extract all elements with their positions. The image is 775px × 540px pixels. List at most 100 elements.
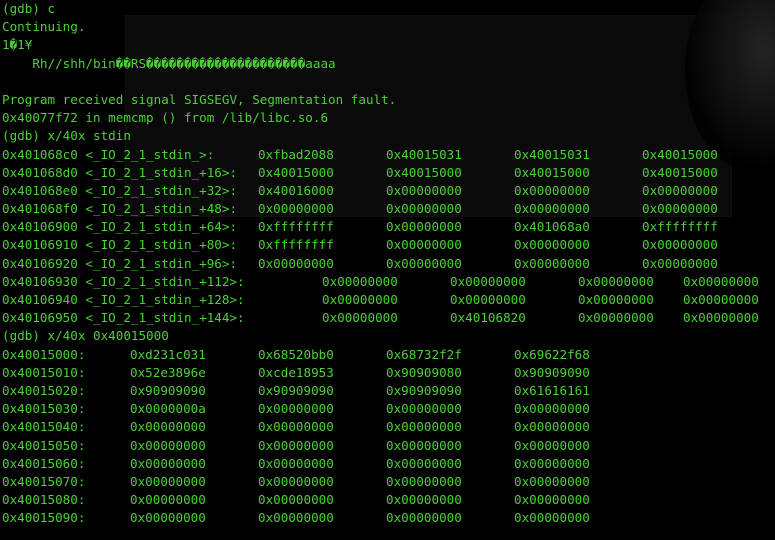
memory-row: 0x401068d0 <_IO_2_1_stdin_+16>: 0x4001500… [2, 164, 718, 182]
terminal-line: (gdb) x/40x stdin [2, 127, 396, 145]
memory-row: 0x40015000: 0xd231c031 0x68520bb0 0x68732f2… [2, 346, 590, 364]
memory-word: 0x00000000 [258, 201, 334, 217]
memory-word: 0x00000000 [514, 455, 590, 471]
memory-row: 0x40106920 <_IO_2_1_stdin_+96>: 0x0000000… [2, 255, 718, 273]
memory-word: 0x00000000 [386, 492, 462, 508]
memory-row: 0x40015030: 0x0000000a 0x00000000 0x0000000… [2, 400, 590, 418]
memory-address-label: 0x401068e0 <_IO_2_1_stdin_+32>: [2, 182, 238, 198]
terminal-window[interactable]: (gdb) c Continuing. 1�1¥ Rh//shh/bin��RS��… [0, 0, 775, 540]
memory-word: 0x00000000 [514, 237, 590, 253]
memory-word: 0x00000000 [386, 473, 462, 489]
memory-word: 0x00000000 [642, 182, 718, 198]
memory-word: 0x40016000 [258, 182, 334, 198]
memory-word: 0x61616161 [514, 382, 590, 398]
terminal-line-text: 1�1¥ [2, 37, 33, 53]
terminal-output: (gdb) c Continuing. 1�1¥ Rh//shh/bin��RS��… [2, 0, 759, 527]
memory-address-label: 0x40015000: [2, 346, 86, 362]
memory-word: 0x00000000 [514, 510, 590, 526]
memory-word: 0x00000000 [642, 201, 718, 217]
memory-word: 0x00000000 [322, 273, 398, 289]
memory-address-label: 0x401068f0 <_IO_2_1_stdin_+48>: [2, 201, 238, 217]
memory-address-label: 0x40106930 <_IO_2_1_stdin_+112>: [2, 273, 245, 289]
memory-word: 0x00000000 [386, 437, 462, 453]
memory-word: 0xffffffff [642, 219, 718, 235]
memory-word: 0x00000000 [258, 492, 334, 508]
terminal-line-text: (gdb) c [2, 1, 56, 16]
memory-word: 0x00000000 [258, 255, 334, 271]
memory-word: 0x00000000 [386, 219, 462, 235]
memory-word: 0x00000000 [130, 492, 206, 508]
memory-word: 0x00000000 [322, 292, 398, 307]
memory-word: 0x00000000 [130, 437, 206, 453]
memory-word: 0x68520bb0 [258, 346, 334, 362]
memory-row: 0x40106940 <_IO_2_1_stdin_+128>: 0x000000… [2, 291, 759, 309]
memory-word: 0x00000000 [258, 510, 334, 526]
memory-row: 0x40015060: 0x00000000 0x00000000 0x0000000… [2, 455, 590, 473]
memory-address-label: 0x40015090: [2, 510, 86, 526]
memory-word: 0x00000000 [322, 310, 398, 326]
memory-address-label: 0x401068c0 <_IO_2_1_stdin_>: [2, 146, 215, 162]
memory-word: 0x00000000 [258, 473, 334, 489]
memory-row: 0x401068e0 <_IO_2_1_stdin_+32>: 0x4001600… [2, 182, 718, 200]
memory-word: 0x00000000 [578, 273, 654, 289]
memory-word: 0x00000000 [450, 292, 526, 307]
memory-address-label: 0x40015050: [2, 437, 86, 453]
memory-word: 0x00000000 [514, 492, 590, 508]
memory-word: 0x90909090 [130, 382, 206, 398]
memory-word: 0x90909090 [386, 382, 462, 398]
memory-word: 0x00000000 [130, 419, 206, 435]
memory-word: 0x00000000 [258, 401, 334, 417]
memory-row: 0x40015010: 0x52e3896e 0xcde18953 0x9090908… [2, 364, 590, 382]
memory-word: 0x40015000 [642, 164, 718, 180]
terminal-line-text: 0x40077f72 in memcmp () from /lib/libc.s… [2, 110, 329, 126]
memory-word: 0xffffffff [258, 219, 334, 235]
memory-address-label: 0x401068d0 <_IO_2_1_stdin_+16>: [2, 164, 238, 180]
memory-word: 0x00000000 [386, 419, 462, 435]
memory-word: 0x0000000a [130, 401, 206, 417]
memory-word: 0x68732f2f [386, 346, 462, 362]
memory-word: 0x00000000 [386, 201, 462, 217]
terminal-line: Rh//shh/bin��RS���������������������aaaa [2, 55, 396, 73]
memory-row: 0x40106950 <_IO_2_1_stdin_+144>: 0x000000… [2, 309, 759, 327]
memory-word: 0x00000000 [386, 401, 462, 417]
memory-word: 0xfbad2088 [258, 146, 334, 162]
memory-word: 0x00000000 [386, 182, 462, 198]
memory-word: 0x00000000 [258, 419, 334, 435]
memory-row: 0x40106930 <_IO_2_1_stdin_+112>: 0x000000… [2, 273, 759, 291]
memory-word: 0x401068a0 [514, 219, 590, 235]
memory-row: 0x40015070: 0x00000000 0x00000000 0x0000000… [2, 473, 590, 491]
memory-word: 0x00000000 [514, 182, 590, 198]
terminal-line: Program received signal SIGSEGV, Segment… [2, 91, 396, 109]
memory-row: 0x40015090: 0x00000000 0x00000000 0x0000000… [2, 509, 590, 527]
memory-word: 0x40015000 [514, 164, 590, 180]
memory-word: 0x00000000 [130, 510, 206, 526]
memory-word: 0x00000000 [514, 437, 590, 453]
memory-address-label: 0x40015020: [2, 382, 86, 398]
memory-row: 0x40015040: 0x00000000 0x00000000 0x0000000… [2, 418, 590, 436]
terminal-line-text: Continuing. [2, 19, 86, 35]
memory-word: 0x00000000 [578, 310, 654, 326]
memory-word: 0x00000000 [130, 473, 206, 489]
memory-word: 0x90909090 [514, 364, 590, 380]
terminal-line-text: (gdb) x/40x stdin [2, 128, 131, 144]
memory-address-label: 0x40015040: [2, 419, 86, 435]
terminal-line: (gdb) c [2, 0, 396, 18]
memory-address-label: 0x40015010: [2, 364, 86, 380]
memory-word: 0x00000000 [683, 292, 759, 307]
memory-word: 0x00000000 [514, 419, 590, 435]
memory-word: 0x00000000 [514, 201, 590, 217]
memory-word: 0x00000000 [386, 510, 462, 526]
memory-word: 0x00000000 [258, 437, 334, 453]
memory-word: 0x00000000 [642, 237, 718, 253]
memory-word: 0x52e3896e [130, 364, 206, 380]
terminal-line: 0x40077f72 in memcmp () from /lib/libc.s… [2, 109, 396, 127]
memory-row: 0x40015050: 0x00000000 0x00000000 0x0000000… [2, 437, 590, 455]
memory-word: 0x00000000 [514, 401, 590, 417]
terminal-line-text: Rh//shh/bin��RS���������������������aaaa [2, 55, 336, 71]
terminal-line: 1�1¥ [2, 36, 396, 54]
memory-word: 0x00000000 [683, 310, 759, 326]
memory-row: 0x40015020: 0x90909090 0x90909090 0x9090909… [2, 382, 590, 400]
memory-address-label: 0x40106920 <_IO_2_1_stdin_+96>: [2, 255, 238, 271]
memory-row: 0x40106910 <_IO_2_1_stdin_+80>: 0xfffffff… [2, 236, 718, 254]
memory-word: 0x40015000 [258, 164, 334, 180]
